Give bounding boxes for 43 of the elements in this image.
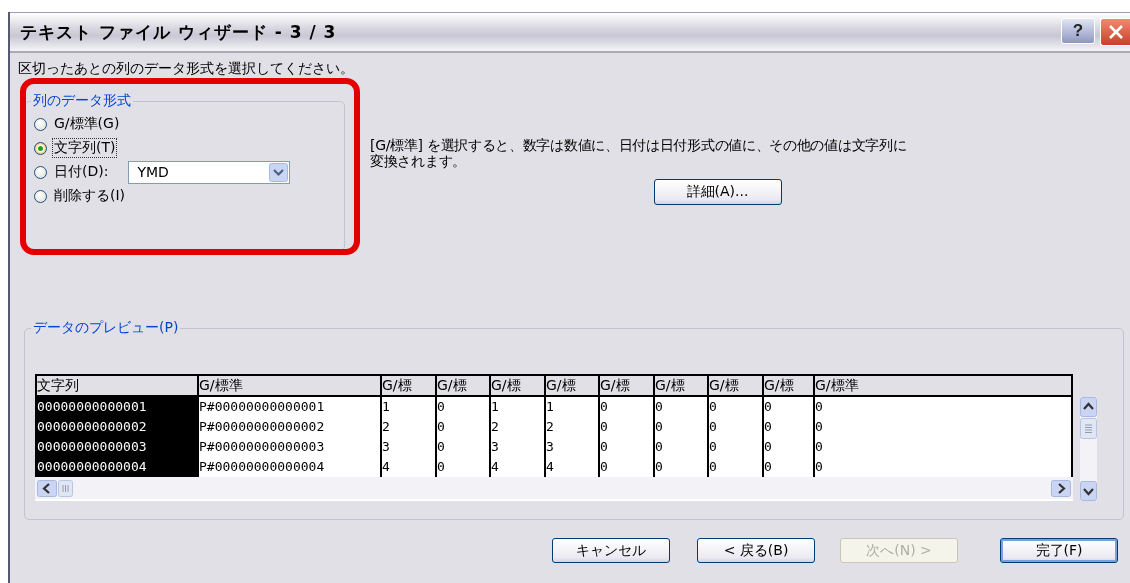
- table-cell: 00000000000004: [37, 457, 197, 477]
- radio-button[interactable]: [34, 165, 47, 179]
- radio-label[interactable]: 日付(D):: [52, 162, 111, 182]
- dialog-button[interactable]: キャンセル: [552, 538, 670, 563]
- close-button[interactable]: [1100, 18, 1130, 46]
- column-header[interactable]: G/標: [489, 376, 544, 397]
- advanced-button[interactable]: 詳細(A)...: [653, 179, 782, 205]
- column-header[interactable]: G/標準: [197, 376, 380, 397]
- radio-label[interactable]: 削除する(I): [52, 186, 128, 206]
- description-text: [G/標準] を選択すると、数字は数値に、日付は日付形式の値に、その他の値は文字列に 変換されます。: [370, 137, 907, 169]
- radio-button[interactable]: [34, 117, 47, 131]
- close-icon[interactable]: [1107, 24, 1124, 40]
- column-header[interactable]: G/標: [380, 376, 435, 397]
- horizontal-scrollbar[interactable]: [35, 477, 1073, 499]
- scroll-thumb-icon[interactable]: [1080, 417, 1097, 439]
- window-title: テキスト ファイル ウィザード - 3 / 3: [20, 20, 337, 44]
- radio-label[interactable]: G/標準(G): [52, 114, 122, 134]
- scroll-up-icon[interactable]: [1080, 397, 1097, 417]
- instruction-text: 区切ったあとの列のデータ形式を選択してください。: [18, 59, 355, 78]
- column-header[interactable]: G/標準: [813, 376, 1071, 397]
- help-button[interactable]: ?: [1061, 18, 1095, 44]
- column-header[interactable]: G/標: [653, 376, 707, 397]
- scroll-down-icon[interactable]: [1080, 481, 1097, 501]
- date-format-dropdown[interactable]: YMD: [128, 160, 291, 184]
- table-cell: 00000000000001: [37, 397, 197, 417]
- group-legend: データのプレビュー(P): [31, 319, 181, 337]
- radio-button[interactable]: [34, 189, 47, 203]
- dialog-button[interactable]: 完了(F): [1000, 538, 1118, 563]
- scroll-right-icon[interactable]: [1051, 479, 1071, 497]
- radio-button[interactable]: [34, 141, 47, 155]
- column-header[interactable]: G/標: [707, 376, 762, 397]
- column-header[interactable]: G/標: [435, 376, 489, 397]
- column-header[interactable]: G/標: [544, 376, 598, 397]
- table-cell: 00000000000003: [37, 437, 197, 457]
- vertical-scrollbar[interactable]: [1080, 397, 1097, 501]
- column-header[interactable]: G/標: [762, 376, 813, 397]
- column-header[interactable]: 文字列: [37, 376, 197, 397]
- group-legend: 列のデータ形式: [31, 92, 133, 110]
- table-cell: 00000000000002: [37, 417, 197, 437]
- dialog-button[interactable]: < 戻る(B): [697, 538, 815, 563]
- radio-label[interactable]: 文字列(T): [52, 138, 118, 158]
- column-header[interactable]: G/標: [598, 376, 653, 397]
- scroll-left-icon[interactable]: [37, 479, 73, 497]
